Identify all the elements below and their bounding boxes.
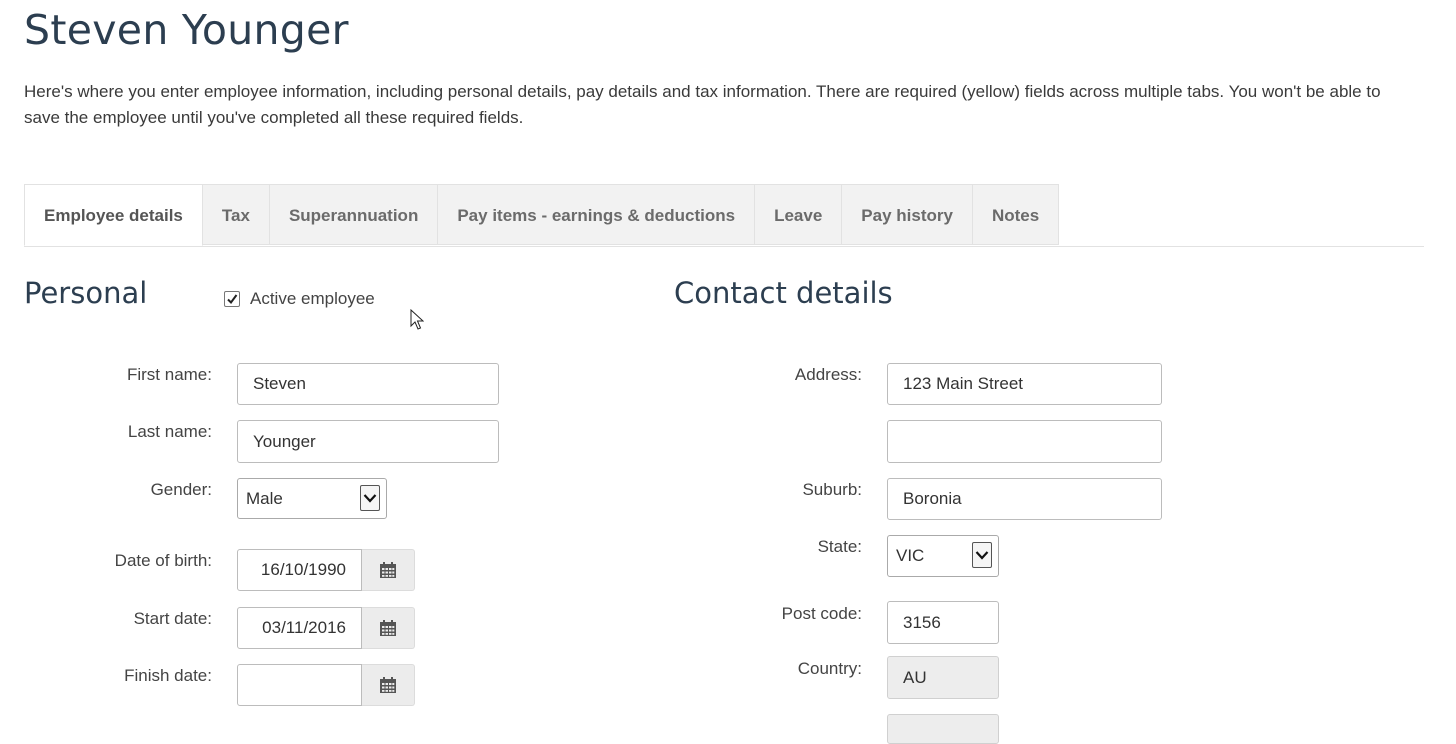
start-date-label: Start date: (133, 609, 212, 628)
calendar-icon (380, 677, 396, 693)
mouse-pointer-icon (410, 309, 424, 330)
partially-visible-field (887, 714, 999, 744)
chevron-down-icon[interactable] (972, 542, 992, 568)
country-label: Country: (797, 659, 862, 678)
tab-employee-details[interactable]: Employee details (24, 184, 203, 246)
finish-date-input[interactable] (237, 664, 362, 706)
post-code-input[interactable]: 3156 (887, 601, 999, 644)
active-employee-toggle[interactable]: Active employee (224, 289, 375, 309)
page-intro: Here's where you enter employee informat… (24, 82, 1381, 127)
suburb-input[interactable]: Boronia (887, 478, 1162, 520)
gender-value: Male (246, 488, 283, 508)
address-line1-input[interactable]: 123 Main Street (887, 363, 1162, 405)
post-code-label: Post code: (781, 604, 862, 623)
active-employee-checkbox[interactable] (224, 291, 240, 307)
calendar-icon (380, 562, 396, 578)
chevron-down-icon[interactable] (360, 485, 380, 511)
checkmark-icon (227, 294, 238, 305)
tab-bar: Employee details Tax Superannuation Pay … (24, 184, 1424, 247)
suburb-label: Suburb: (802, 480, 862, 499)
gender-label: Gender: (150, 480, 212, 499)
tab-pay-items[interactable]: Pay items - earnings & deductions (438, 184, 756, 245)
personal-heading: Personal (24, 276, 148, 310)
finish-date-calendar-button[interactable] (362, 664, 415, 706)
address-label: Address: (794, 365, 862, 384)
active-employee-label: Active employee (250, 289, 375, 308)
state-select[interactable]: VIC (887, 535, 999, 577)
tab-tax[interactable]: Tax (202, 184, 270, 245)
tab-leave[interactable]: Leave (755, 184, 843, 245)
finish-date-label: Finish date: (124, 666, 212, 685)
state-value: VIC (896, 546, 925, 565)
first-name-input[interactable]: Steven (237, 363, 499, 405)
tab-notes[interactable]: Notes (972, 184, 1060, 245)
calendar-icon (380, 620, 396, 636)
tab-superannuation[interactable]: Superannuation (269, 184, 439, 245)
start-date-calendar-button[interactable] (362, 607, 415, 649)
start-date-input[interactable]: 03/11/2016 (237, 607, 362, 649)
last-name-input[interactable]: Younger (237, 420, 499, 463)
date-of-birth-label: Date of birth: (114, 551, 212, 570)
page-title: Steven Younger (24, 6, 349, 54)
contact-details-heading: Contact details (674, 276, 893, 310)
date-of-birth-calendar-button[interactable] (362, 549, 415, 591)
country-field: AU (887, 656, 999, 699)
gender-select[interactable]: Male (237, 478, 387, 519)
tab-pay-history[interactable]: Pay history (842, 184, 973, 245)
last-name-label: Last name: (127, 422, 212, 441)
state-label: State: (817, 537, 862, 556)
address-line2-input[interactable] (887, 420, 1162, 463)
first-name-label: First name: (126, 365, 212, 384)
date-of-birth-input[interactable]: 16/10/1990 (237, 549, 362, 591)
